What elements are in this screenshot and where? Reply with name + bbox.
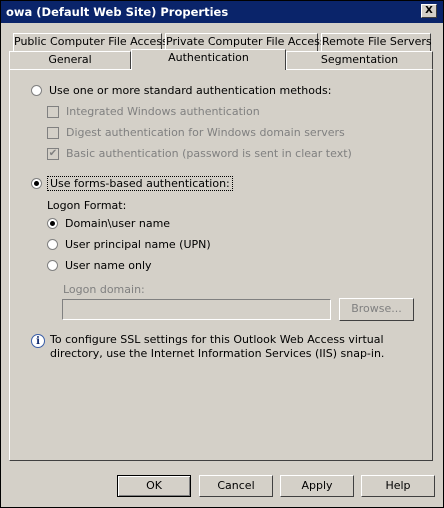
tab-remote-file-servers[interactable]: Remote File Servers (321, 33, 432, 51)
ssl-info-text: To configure SSL settings for this Outlo… (50, 333, 385, 360)
format-domain-user-label[interactable]: Domain\user name (65, 217, 170, 230)
browse-button[interactable]: Browse... (339, 298, 414, 321)
logon-domain-input[interactable] (62, 299, 331, 320)
format-domain-user-radio[interactable] (47, 218, 58, 229)
format-upn-label[interactable]: User principal name (UPN) (65, 238, 211, 251)
apply-button[interactable]: Apply (280, 475, 354, 497)
properties-dialog: owa (Default Web Site) Properties X Publ… (0, 0, 444, 508)
logon-format-label: Logon Format: (47, 199, 127, 212)
forms-based-auth-radio[interactable] (31, 178, 42, 189)
close-icon: X (425, 5, 433, 16)
format-username-only-radio[interactable] (47, 260, 58, 271)
tab-authentication[interactable]: Authentication (131, 49, 286, 70)
help-button[interactable]: Help (361, 475, 435, 497)
logon-domain-label: Logon domain: (63, 283, 145, 296)
checkmark-icon: ✔ (48, 148, 58, 159)
forms-based-auth-label[interactable]: Use forms-based authentication: (47, 176, 233, 191)
integrated-auth-checkbox[interactable] (47, 106, 59, 118)
close-button[interactable]: X (421, 4, 437, 18)
basic-auth-label: Basic authentication (password is sent i… (66, 147, 352, 160)
info-icon: i (31, 334, 45, 348)
tab-segmentation[interactable]: Segmentation (286, 51, 433, 69)
integrated-auth-label: Integrated Windows authentication (66, 105, 260, 118)
title-bar[interactable]: owa (Default Web Site) Properties X (1, 1, 443, 23)
basic-auth-checkbox[interactable]: ✔ (47, 148, 59, 160)
standard-auth-radio[interactable] (31, 85, 42, 96)
format-upn-radio[interactable] (47, 239, 58, 250)
cancel-button[interactable]: Cancel (199, 475, 273, 497)
tab-general[interactable]: General (9, 51, 131, 69)
digest-auth-label: Digest authentication for Windows domain… (66, 126, 345, 139)
ok-button[interactable]: OK (117, 475, 191, 497)
digest-auth-checkbox[interactable] (47, 127, 59, 139)
window-title: owa (Default Web Site) Properties (6, 5, 229, 19)
format-username-only-label[interactable]: User name only (65, 259, 152, 272)
standard-auth-label[interactable]: Use one or more standard authentication … (49, 84, 331, 97)
